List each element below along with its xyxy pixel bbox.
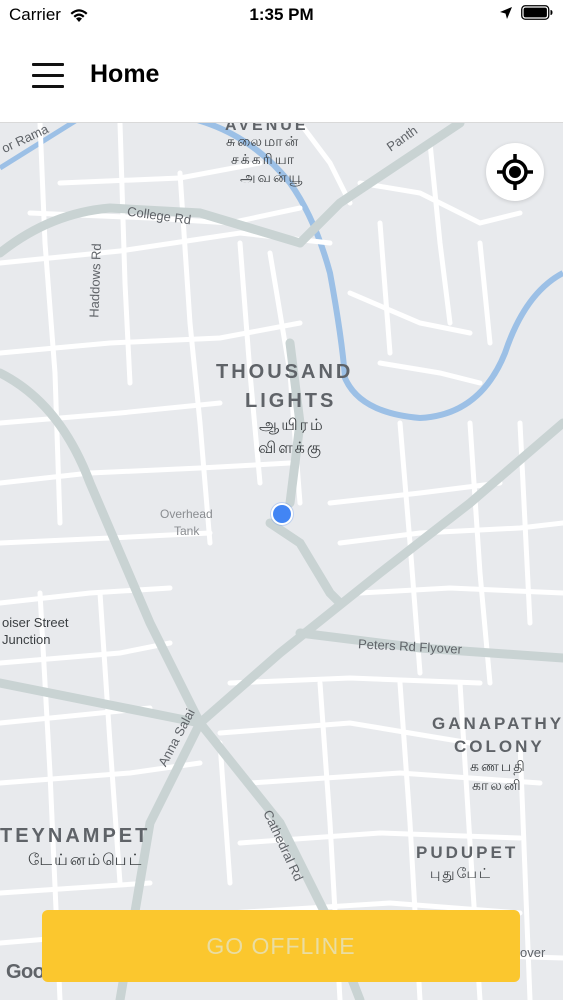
- label-avenue-tamil-1: சுலைமான்: [226, 133, 301, 149]
- hamburger-menu-icon[interactable]: [32, 63, 64, 89]
- label-thousand-tamil-1: ஆயிரம்: [259, 417, 325, 434]
- label-thousand: THOUSAND: [216, 361, 354, 383]
- status-right: [499, 5, 553, 20]
- label-thousand-tamil-2: விளக்கு: [258, 440, 323, 457]
- status-time: 1:35 PM: [249, 5, 314, 24]
- label-lights: LIGHTS: [245, 390, 337, 412]
- status-bar: Carrier 1:35 PM: [0, 0, 563, 30]
- label-tank: Tank: [174, 524, 200, 538]
- label-ganapathy-tamil-2: காலனி: [472, 777, 523, 793]
- label-avenue-tamil-3: அவன்யூ: [240, 169, 305, 185]
- label-over: over: [520, 945, 546, 960]
- label-avenue-tamil-2: சக்கரியா: [231, 151, 297, 167]
- page-title: Home: [90, 60, 160, 88]
- label-pudupet-tamil: புதுபேட்: [430, 865, 493, 881]
- nav-bar: Home: [0, 30, 563, 123]
- label-boiser-street: oiser Street: [2, 615, 69, 630]
- my-location-button[interactable]: [486, 143, 544, 201]
- current-location-dot: [270, 502, 294, 526]
- label-ganapathy-tamil-1: கணபதி: [470, 758, 527, 774]
- map-view[interactable]: AVENUE சுலைமான் சக்கரியா அவன்யூ or Rama …: [0, 123, 563, 1000]
- label-haddows-rd: Haddows Rd: [86, 243, 105, 318]
- battery-icon: [521, 5, 553, 20]
- label-teynampet: TEYNAMPET: [0, 825, 151, 847]
- my-location-icon: [497, 154, 533, 190]
- go-offline-button[interactable]: GO OFFLINE: [42, 910, 520, 982]
- location-arrow-icon: [500, 6, 512, 19]
- label-junction: Junction: [2, 632, 51, 647]
- label-overhead: Overhead: [160, 507, 213, 521]
- label-teynampet-tamil: டேய்னம்பெட்: [28, 852, 144, 869]
